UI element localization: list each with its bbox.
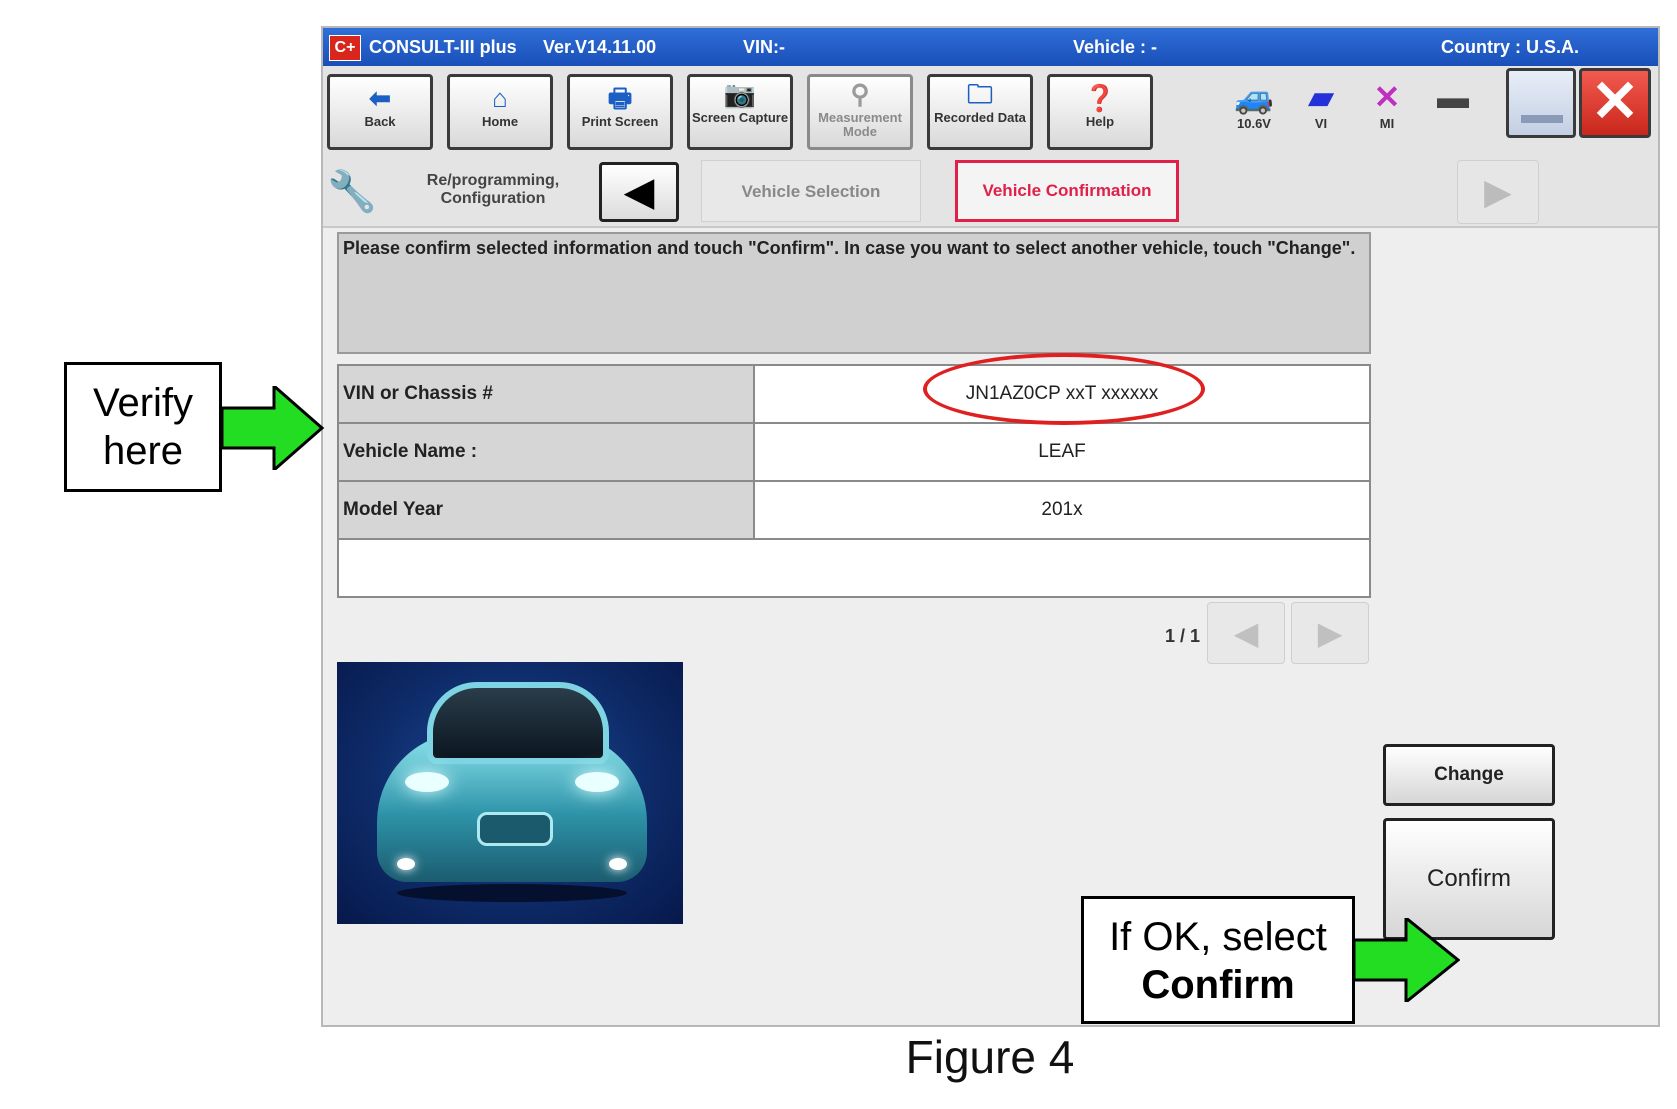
headlight-right (575, 772, 619, 792)
verify-arrow-icon (222, 386, 325, 470)
home-icon: ⌂ (492, 83, 508, 113)
right-arrow-icon: ▶ (1484, 171, 1512, 212)
home-button[interactable]: ⌂ Home (447, 74, 553, 150)
next-arrow-icon: ▶ (1317, 615, 1343, 651)
country-status: Country : U.S.A. (1441, 37, 1579, 57)
figure-caption: Figure 4 (905, 1031, 1075, 1083)
consult-window: C+ CONSULT-III plus Ver.V14.11.00 VIN:- … (321, 26, 1660, 1027)
vin-status: VIN:- (743, 37, 785, 57)
vehicle-name-value: LEAF (753, 422, 1371, 482)
vin-label: VIN or Chassis # (337, 364, 755, 424)
mi-status: ✕ MI (1359, 78, 1415, 131)
recorded-data-icon: 🗀 (966, 79, 993, 109)
car-shadow (397, 884, 627, 902)
vi-label: VI (1314, 116, 1328, 131)
measurement-mode-label: Measurement Mode (818, 110, 902, 139)
nav-back-button[interactable]: ◀ (599, 162, 679, 222)
car-windshield (427, 682, 609, 764)
change-button[interactable]: Change (1383, 744, 1555, 806)
measurement-icon: ⚲ (850, 79, 870, 109)
page-prev-button[interactable]: ◀ (1207, 602, 1285, 664)
help-icon: ❓ (1083, 83, 1117, 113)
reprogramming-icon: 🔧 (327, 170, 377, 214)
mi-disconnected-icon: ✕ (1373, 79, 1401, 115)
back-label: Back (364, 114, 396, 129)
vi-device-icon: ▰ (1308, 79, 1334, 115)
confirm-callout-bold: Confirm (1141, 963, 1295, 1007)
app-name: CONSULT-III plus (369, 37, 517, 57)
battery-voltage: 10.6V (1237, 116, 1271, 131)
table-row: Vehicle Name : LEAF (337, 422, 1371, 482)
model-year-label: Model Year (337, 480, 755, 540)
screen-capture-label: Screen Capture (691, 110, 789, 125)
home-label: Home (481, 114, 519, 129)
empty-cell (337, 538, 1371, 598)
screen-capture-button[interactable]: 📷 Screen Capture (687, 74, 793, 150)
foglight-left (397, 858, 415, 870)
table-row-empty (337, 538, 1371, 598)
prev-arrow-icon: ◀ (1233, 615, 1259, 651)
recorded-data-button[interactable]: 🗀 Recorded Data (927, 74, 1033, 150)
car-icon: 🚙 (1234, 79, 1274, 115)
page-indicator: 1 / 1 (1165, 626, 1201, 646)
nav-forward-button[interactable]: ▶ (1457, 160, 1539, 224)
back-arrow-icon: ⬅ (369, 83, 391, 113)
mi-label: MI (1379, 116, 1395, 131)
print-screen-button[interactable]: 🖶 Print Screen (567, 74, 673, 150)
close-button[interactable]: ✕ (1579, 68, 1651, 138)
confirm-arrow-icon (1354, 918, 1460, 1002)
verify-here-callout: Verify here (64, 362, 222, 492)
model-year-value: 201x (753, 480, 1371, 540)
confirm-callout: If OK, select Confirm (1081, 896, 1355, 1024)
battery-status: 🚙 10.6V (1226, 78, 1282, 131)
app-version: Ver.V14.11.00 (543, 37, 657, 57)
help-label: Help (1085, 114, 1115, 129)
vi-status: ▰ VI (1293, 78, 1349, 131)
section-label: Re/programming, Configuration (426, 172, 560, 207)
breadcrumb-vehicle-selection[interactable]: Vehicle Selection (701, 160, 921, 222)
help-button[interactable]: ❓ Help (1047, 74, 1153, 150)
verify-here-text: Verify here (92, 381, 194, 473)
mi-device-status: ▬ (1425, 78, 1481, 116)
consult-logo-icon: C+ (329, 35, 361, 61)
title-bar: C+ CONSULT-III plus Ver.V14.11.00 VIN:- … (323, 28, 1658, 66)
table-row: Model Year 201x (337, 480, 1371, 540)
vin-value: JN1AZ0CP xxT xxxxxx (753, 364, 1371, 424)
vehicle-info-table: VIN or Chassis # JN1AZ0CP xxT xxxxxx Veh… (337, 364, 1371, 598)
foglight-right (609, 858, 627, 870)
print-screen-label: Print Screen (581, 114, 659, 129)
back-button[interactable]: ⬅ Back (327, 74, 433, 150)
camera-icon: 📷 (723, 79, 757, 109)
vehicle-status: Vehicle : - (1073, 37, 1158, 57)
left-arrow-icon: ◀ (623, 170, 655, 214)
recorded-data-label: Recorded Data (934, 110, 1026, 125)
vehicle-name-label: Vehicle Name : (337, 422, 755, 482)
battery-icon: ▬ (1437, 79, 1469, 115)
headlight-left (405, 772, 449, 792)
car-grille (477, 812, 553, 846)
confirm-callout-text: If OK, select (1109, 915, 1327, 959)
breadcrumb-vehicle-confirmation: Vehicle Confirmation (955, 160, 1179, 222)
measurement-mode-button[interactable]: ⚲ Measurement Mode (807, 74, 913, 150)
instruction-message: Please confirm selected information and … (337, 232, 1371, 354)
table-row: VIN or Chassis # JN1AZ0CP xxT xxxxxx (337, 364, 1371, 424)
minimize-button[interactable] (1506, 68, 1576, 138)
vehicle-image (337, 662, 683, 924)
page-next-button[interactable]: ▶ (1291, 602, 1369, 664)
navigation-row: 🔧 Re/programming, Configuration ◀ Vehicl… (323, 154, 1658, 228)
close-icon: ✕ (1590, 69, 1640, 134)
printer-icon: 🖶 (607, 83, 633, 113)
